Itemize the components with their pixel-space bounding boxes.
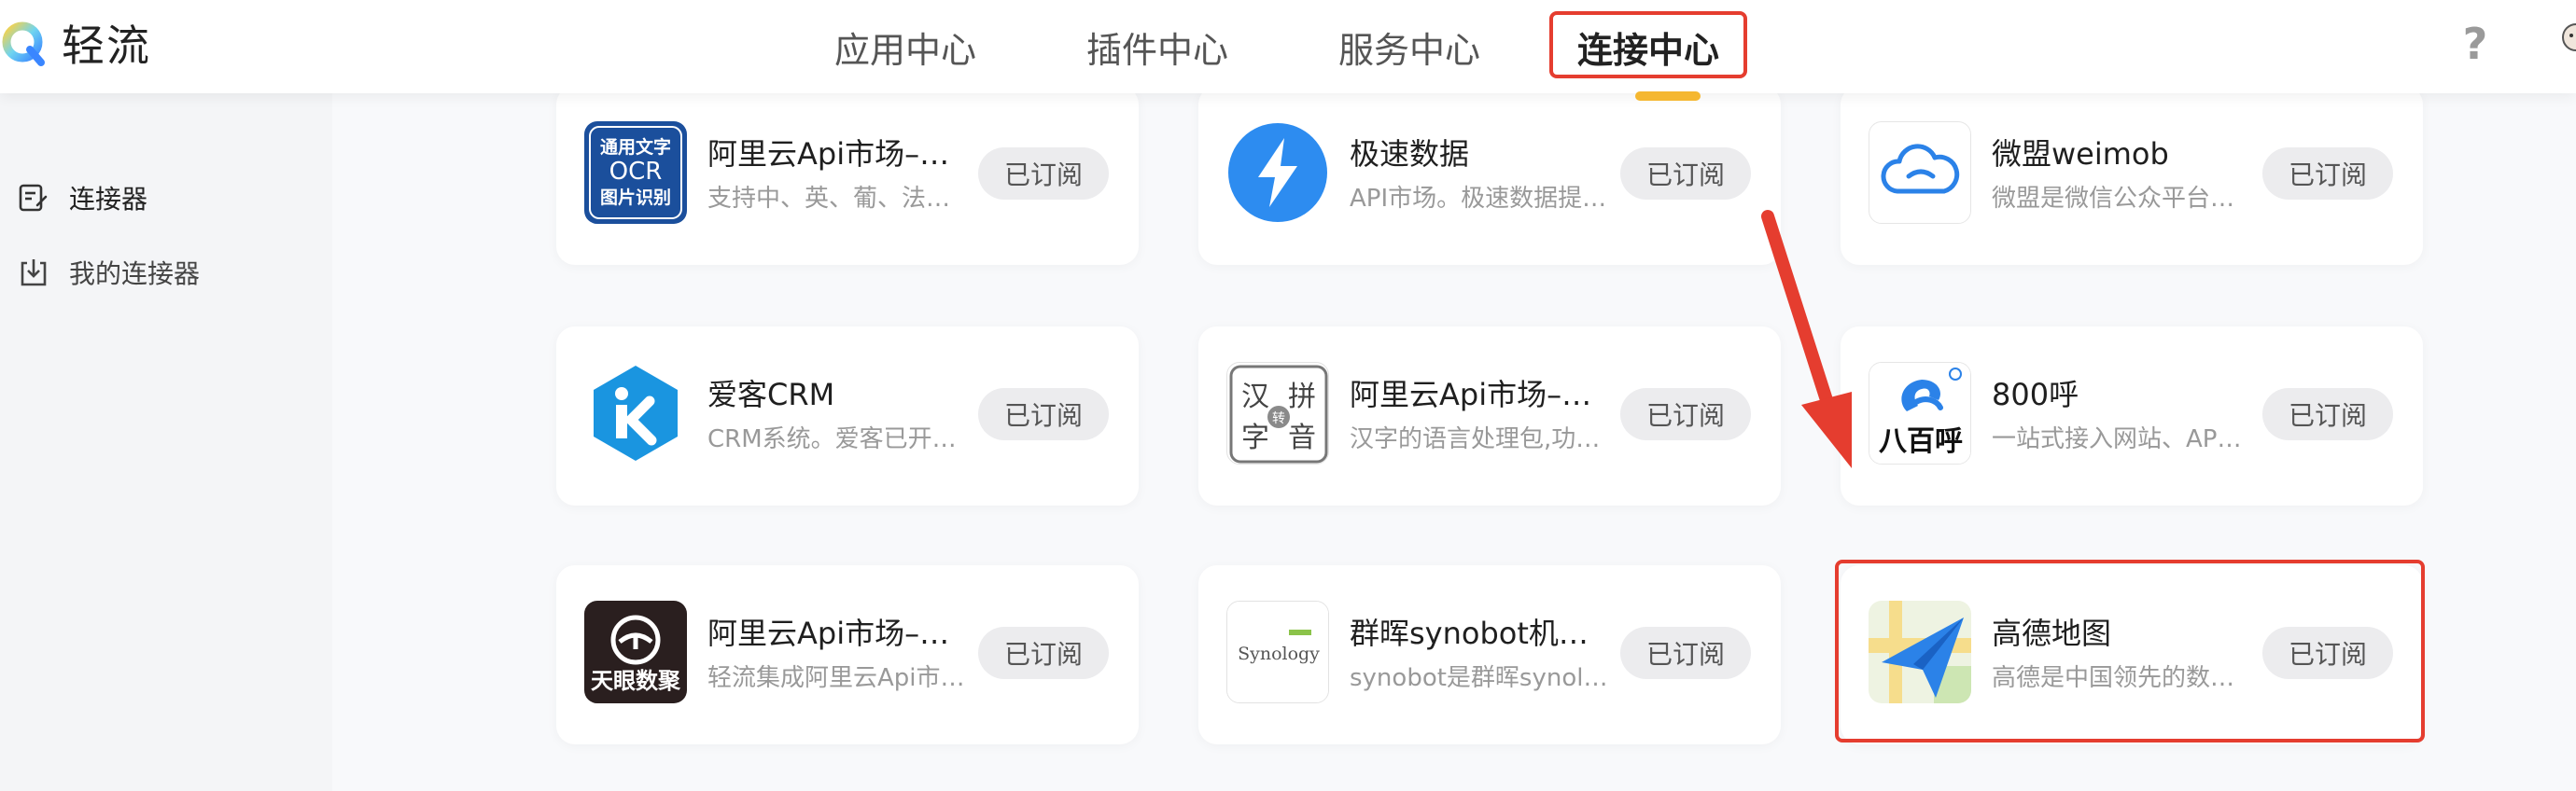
card-description: 微盟是微信公众平台第三方服务 [1992, 185, 2253, 213]
subscribed-button[interactable]: 已订阅 [978, 627, 1109, 679]
connector-card[interactable]: 高德地图 高德是中国领先的数字地图提供商 已订阅 [1841, 565, 2423, 744]
ocr-icon: 通用文字 OCR 图片识别 [584, 121, 687, 224]
sidebar-item-my-connectors[interactable]: 我的连接器 [0, 246, 200, 298]
annotation-highlight-box [1549, 11, 1747, 78]
card-title: 阿里云Api市场–天眼数聚 [707, 616, 959, 651]
card-description: 一站式接入网站、APP等渠道 [1992, 425, 2253, 453]
svg-text:天眼数聚: 天眼数聚 [591, 668, 681, 694]
sidebar-item-label: 我的连接器 [69, 258, 201, 289]
nav-service-center[interactable]: 服务中心 [1307, 0, 1512, 93]
annotation-arrow-icon [1761, 210, 1852, 468]
svg-text:八百呼: 八百呼 [1879, 425, 1963, 458]
svg-text:转: 转 [1272, 411, 1285, 426]
sidebar: 连接器 我的连接器 [0, 93, 332, 791]
svg-text:通用文字: 通用文字 [600, 136, 671, 158]
subscribed-button[interactable]: 已订阅 [2262, 627, 2393, 679]
800hu-icon: 八百呼 [1869, 362, 1971, 465]
top-bar: 轻流 应用中心 插件中心 服务中心 连接中心 ? [0, 0, 2576, 93]
qingliu-logo-icon [0, 20, 47, 66]
subscribed-button[interactable]: 已订阅 [1620, 627, 1751, 679]
card-title: 高德地图 [1992, 616, 2112, 651]
subscribed-button[interactable]: 已订阅 [978, 147, 1109, 200]
sidebar-item-connectors[interactable]: 连接器 [0, 172, 147, 224]
help-icon[interactable]: ? [2457, 19, 2494, 69]
connector-card[interactable]: 通用文字 OCR 图片识别 阿里云Api市场–通用文字识别 支持中、英、葡、法、… [556, 86, 1139, 265]
connector-card[interactable]: 爱客CRM CRM系统。爱客已开放接口 已订阅 [556, 326, 1139, 506]
nav-plugin-center[interactable]: 插件中心 [1055, 0, 1260, 93]
connector-card[interactable]: 汉 拼 字 音 转 阿里云Api市场–汉字转拼音 汉字的语言处理包,功能丰富 已… [1198, 326, 1781, 506]
card-description: 汉字的语言处理包,功能丰富 [1350, 425, 1611, 453]
subscribed-button[interactable]: 已订阅 [2262, 388, 2393, 440]
connector-card[interactable]: 天眼数聚 阿里云Api市场–天眼数聚 轻流集成阿里云Api市场服务 已订阅 [556, 565, 1139, 744]
connector-card[interactable]: 八百呼 800呼 一站式接入网站、APP等渠道 已订阅 [1841, 326, 2423, 506]
sidebar-item-label: 连接器 [69, 184, 148, 215]
subscribed-button[interactable]: 已订阅 [1620, 147, 1751, 200]
subscribed-button[interactable]: 已订阅 [1620, 388, 1751, 440]
card-description: API市场。极速数据提供多种数据服务 [1350, 185, 1611, 213]
svg-text:字: 字 [1241, 422, 1269, 454]
card-title: 阿里云Api市场–通用文字识别 [707, 136, 959, 172]
app-logo[interactable]: 轻流 [0, 13, 151, 73]
card-title: 极速数据 [1350, 136, 1470, 172]
card-description: 高德是中国领先的数字地图提供商 [1992, 664, 2253, 692]
synology-icon: Synology [1226, 601, 1329, 703]
amap-icon [1869, 601, 1971, 703]
svg-text:OCR: OCR [609, 158, 663, 186]
card-description: synobot是群晖synology机器人 [1350, 664, 1611, 692]
connector-icon [17, 181, 50, 215]
connector-card[interactable]: 微盟weimob 微盟是微信公众平台第三方服务 已订阅 [1841, 86, 2423, 265]
nav-connect-center[interactable]: 连接中心 [1549, 0, 1747, 93]
card-title: 群晖synobot机器人 [1350, 616, 1602, 651]
svg-text:Synology: Synology [1238, 644, 1320, 664]
svg-text:音: 音 [1288, 422, 1316, 454]
card-description: 轻流集成阿里云Api市场服务 [707, 664, 969, 692]
hanzi-pinyin-icon: 汉 拼 字 音 转 [1226, 362, 1329, 465]
subscribed-button[interactable]: 已订阅 [2262, 147, 2393, 200]
avatar[interactable] [2557, 17, 2576, 65]
ik-icon [584, 362, 687, 465]
main-nav: 应用中心 插件中心 服务中心 连接中心 [803, 0, 1747, 93]
card-description: 支持中、英、葡、法、德等多语种 [707, 185, 969, 213]
svg-text:拼: 拼 [1288, 381, 1316, 413]
card-title: 800呼 [1992, 377, 2079, 412]
connector-card[interactable]: 极速数据 API市场。极速数据提供多种数据服务 已订阅 [1198, 86, 1781, 265]
active-tab-indicator [1635, 91, 1701, 101]
connector-card[interactable]: Synology 群晖synobot机器人 synobot是群晖synology… [1198, 565, 1781, 744]
lightning-icon [1226, 121, 1329, 224]
svg-text:图片识别: 图片识别 [600, 187, 671, 208]
eye-icon: 天眼数聚 [584, 601, 687, 703]
nav-app-center[interactable]: 应用中心 [803, 0, 1008, 93]
subscribed-button[interactable]: 已订阅 [978, 388, 1109, 440]
card-title: 微盟weimob [1992, 136, 2169, 172]
download-box-icon [17, 256, 50, 289]
app-name: 轻流 [62, 21, 151, 71]
cloud-icon [1869, 121, 1971, 224]
svg-text:汉: 汉 [1241, 381, 1269, 413]
card-title: 阿里云Api市场–汉字转拼音 [1350, 377, 1602, 412]
card-title: 爱客CRM [707, 377, 835, 412]
card-description: CRM系统。爱客已开放接口 [707, 425, 969, 453]
